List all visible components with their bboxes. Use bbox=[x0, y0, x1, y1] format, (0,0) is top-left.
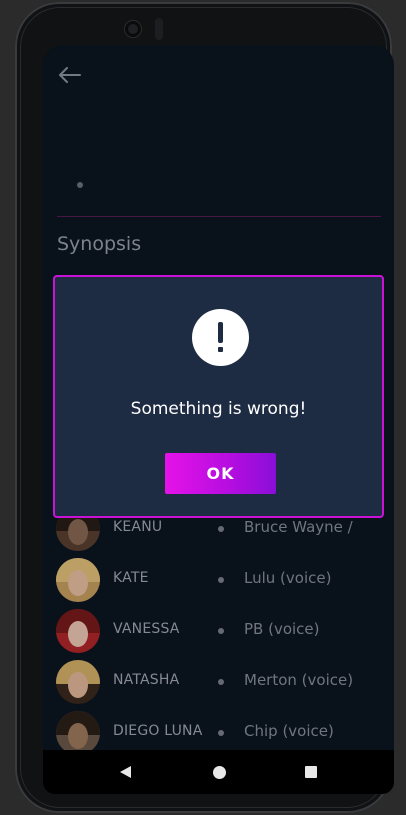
ok-button[interactable]: OK bbox=[165, 453, 276, 494]
nav-recents-icon[interactable] bbox=[305, 766, 317, 778]
nav-back-icon[interactable] bbox=[119, 765, 133, 779]
system-navigation-bar bbox=[43, 750, 394, 794]
proximity-sensor bbox=[155, 18, 163, 40]
app-screen: Synopsis KEANU Bruce Wayne / KATE Lulu (… bbox=[43, 45, 394, 794]
exclamation-icon bbox=[192, 309, 249, 366]
error-dialog: Something is wrong! OK bbox=[53, 275, 384, 518]
phone-frame: Synopsis KEANU Bruce Wayne / KATE Lulu (… bbox=[15, 2, 394, 813]
nav-home-icon[interactable] bbox=[213, 766, 226, 779]
front-camera bbox=[125, 21, 141, 37]
dialog-message: Something is wrong! bbox=[130, 399, 307, 419]
